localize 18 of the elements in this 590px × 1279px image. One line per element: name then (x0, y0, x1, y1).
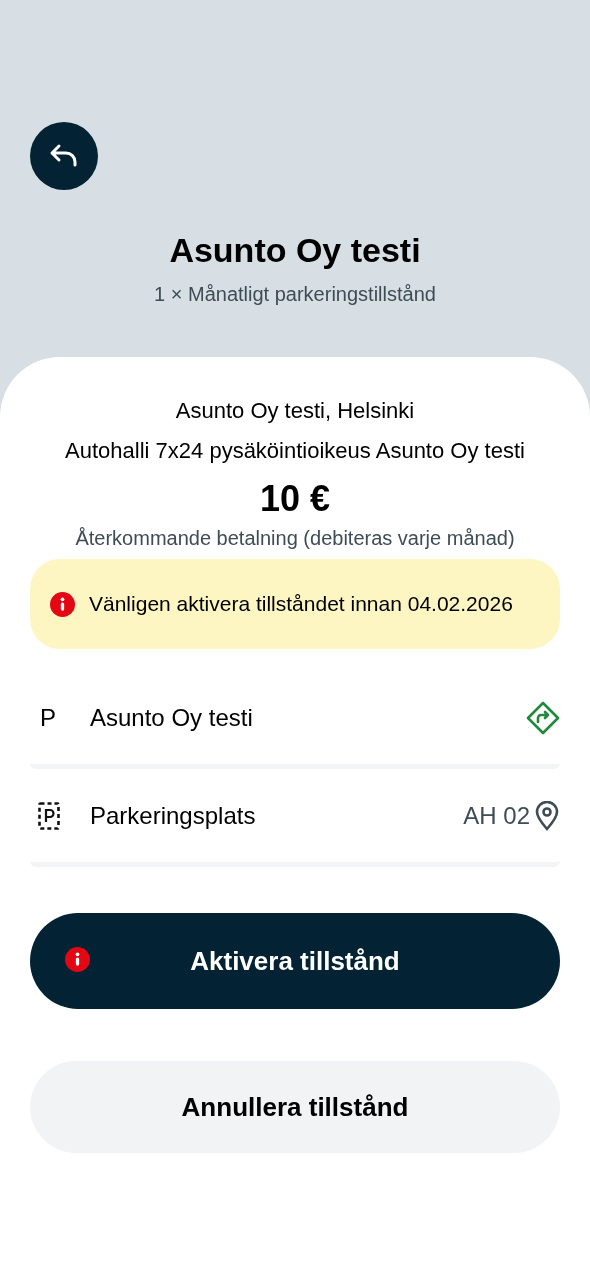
page-title: Asunto Oy testi (169, 230, 421, 271)
cancel-button[interactable]: Annullera tillstånd (30, 1061, 560, 1153)
parking-glyph: P (39, 702, 57, 733)
detail-line: Autohalli 7x24 pysäköintioikeus Asunto Oy testi (65, 437, 525, 465)
detail-line: Asunto Oy testi, Helsinki (175, 397, 415, 425)
info-icon (50, 591, 75, 617)
activate-button[interactable]: Aktivera tillstånd (30, 913, 560, 1009)
page-subtitle: 1 × Månatligt parkeringstillstånd (154, 282, 436, 307)
spot-number: AH 02 (463, 800, 530, 831)
row-label: Parkeringsplats (90, 800, 257, 831)
location-pin-icon[interactable] (534, 800, 560, 831)
payment-note: Återkommande betalning (debiteras varje månad) (74, 526, 516, 551)
warning-text: Vänligen aktivera tillståndet innan 04.02.2026 (89, 591, 513, 617)
directions-icon[interactable] (526, 700, 560, 735)
parking-spot-icon (38, 801, 60, 830)
back-arrow-icon (49, 143, 79, 169)
price: 10 € (259, 477, 331, 521)
row-label: Asunto Oy testi (90, 702, 254, 733)
